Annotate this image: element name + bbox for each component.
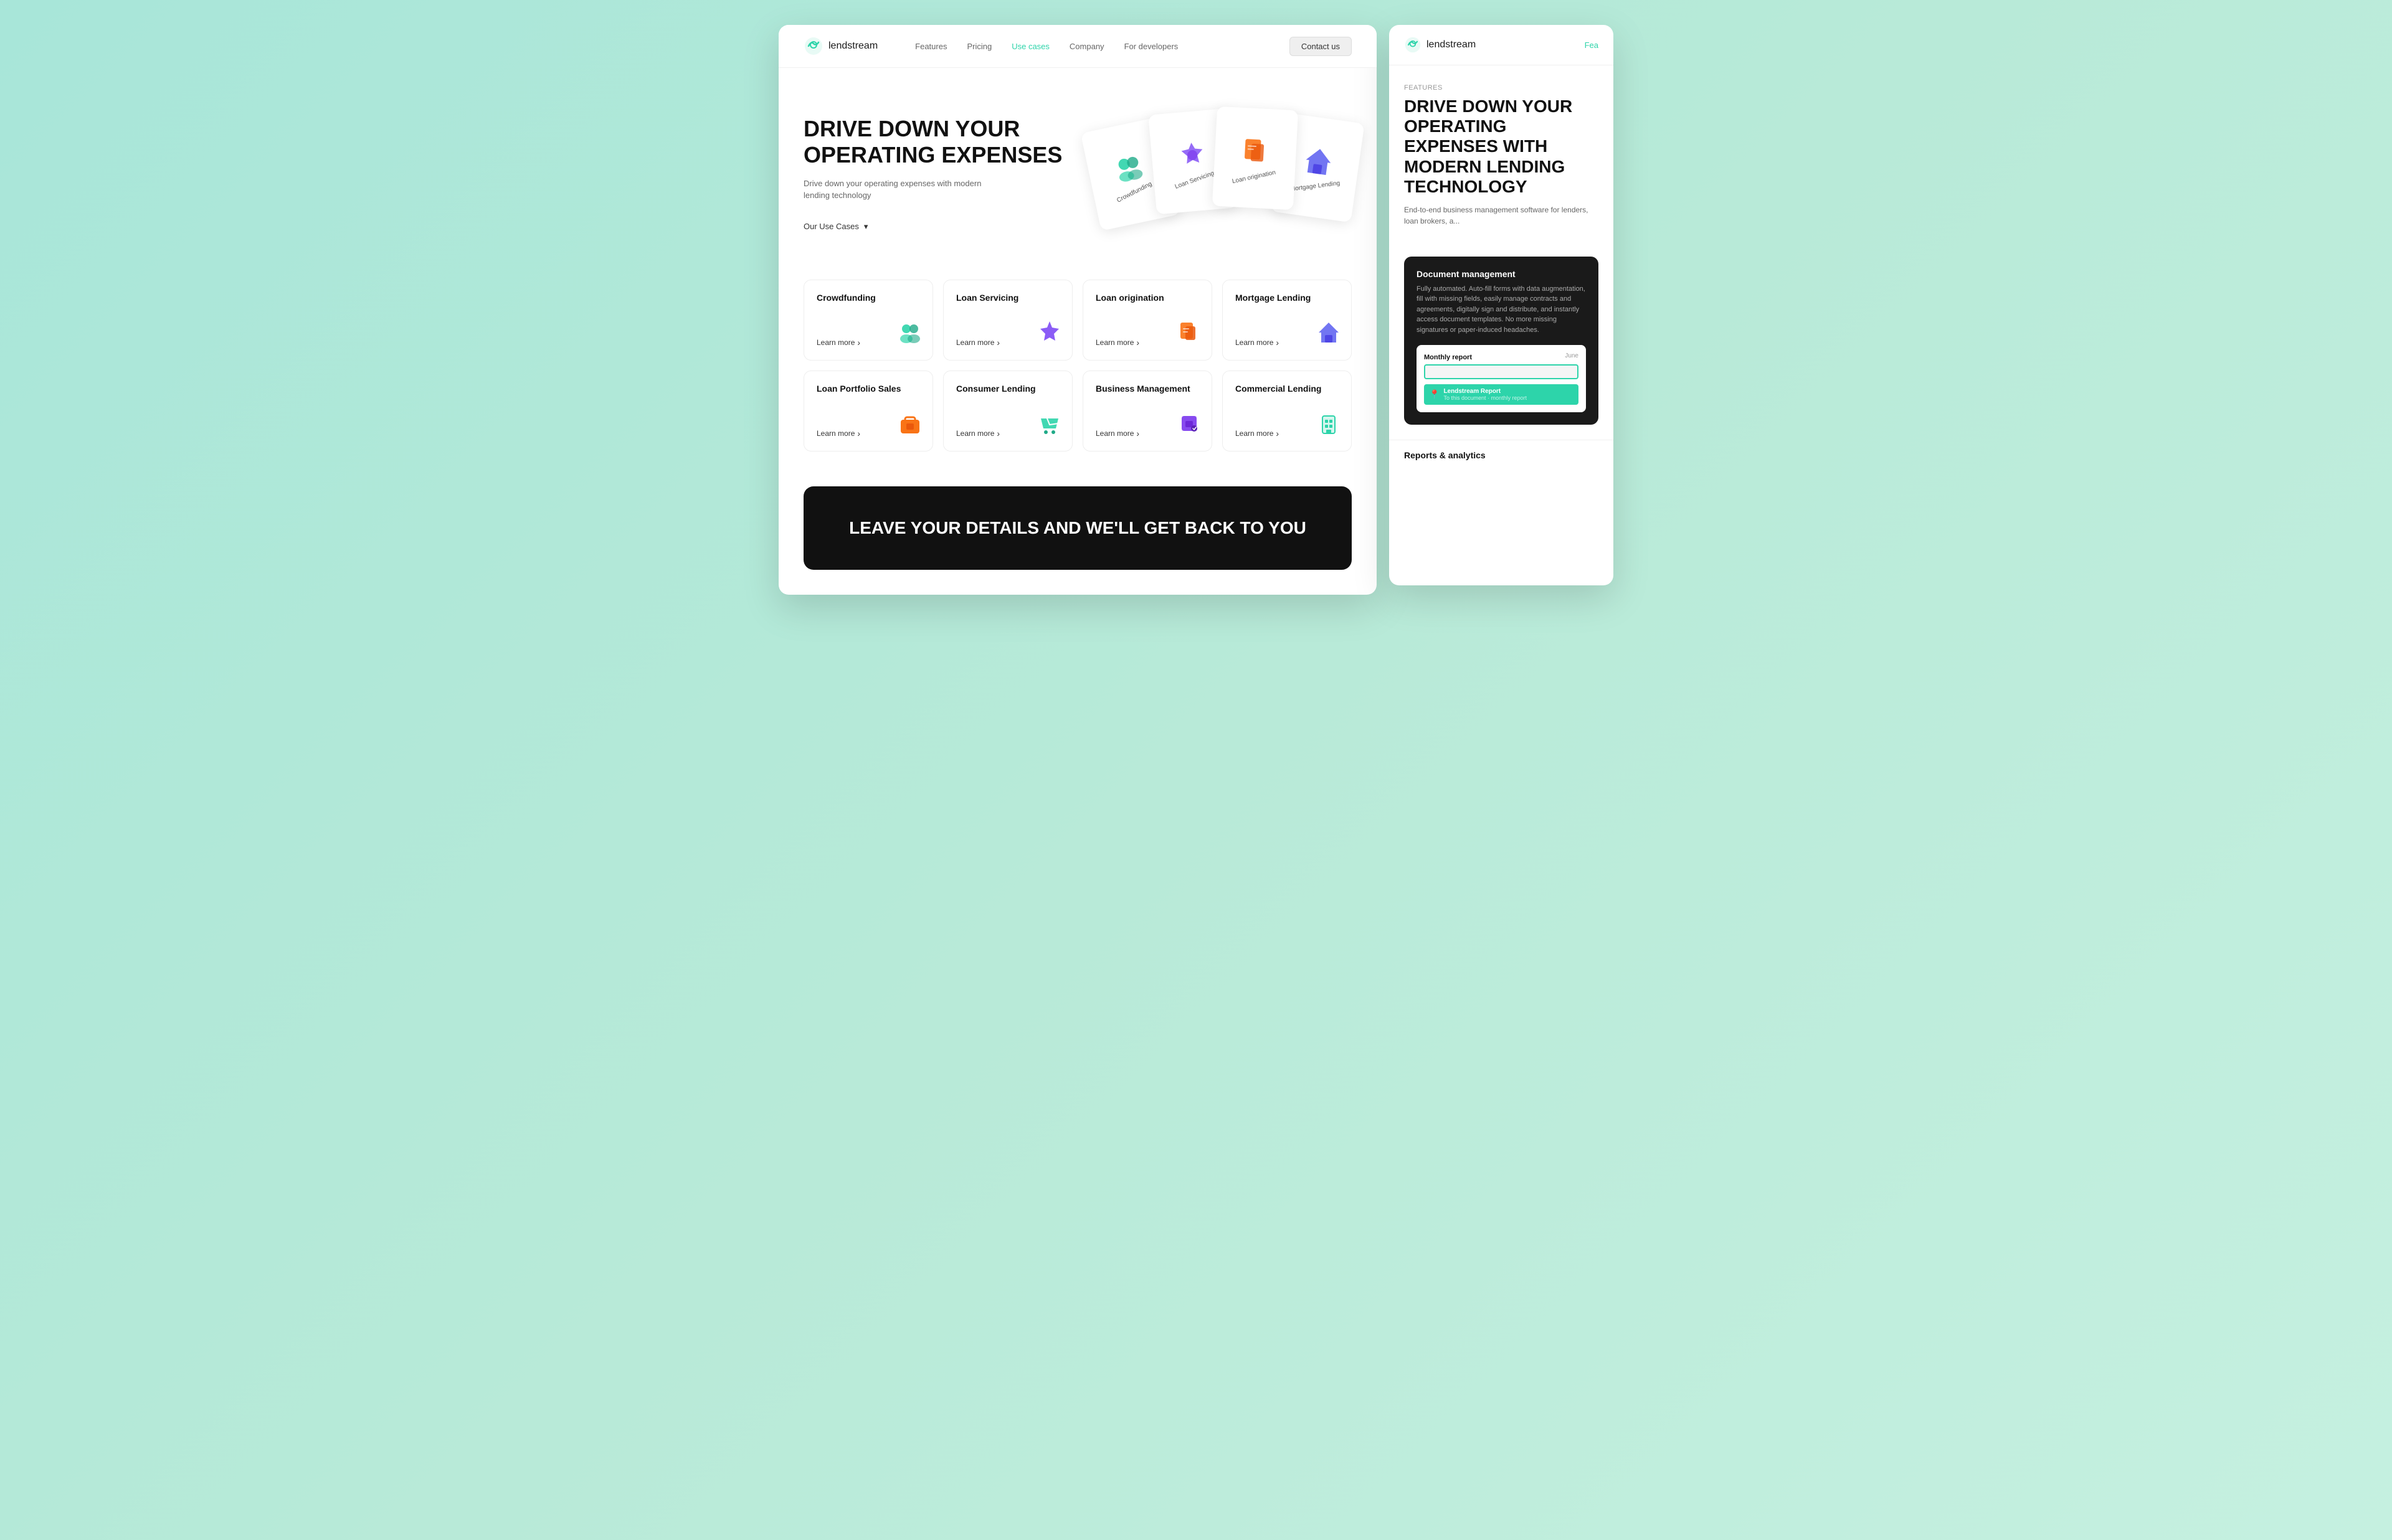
cta-title: LEAVE YOUR DETAILS AND WE'LL GET BACK TO… [828, 517, 1327, 539]
logo[interactable]: lendstream [804, 36, 878, 56]
doc-file-info: Lendstream Report To this document · mon… [1443, 388, 1527, 401]
use-cases-row-2: Loan Portfolio Sales Learn more › [804, 371, 1352, 451]
monthly-report-date: June [1565, 352, 1578, 359]
crowdfunding-title: Crowdfunding [817, 293, 920, 303]
loan-servicing-learn-more[interactable]: Learn more › [956, 338, 1000, 347]
loan-servicing-card-icon [1037, 320, 1062, 350]
second-logo[interactable]: lendstream [1404, 36, 1585, 54]
consumer-card-icon [1037, 411, 1062, 441]
monthly-report-label: Monthly report [1424, 354, 1472, 361]
loan-origination-title: Loan origination [1096, 293, 1199, 303]
mortgage-learn-more[interactable]: Learn more › [1235, 338, 1279, 347]
portfolio-card-icon [898, 411, 923, 441]
doc-management-card: Document management Fully automated. Aut… [1404, 257, 1598, 425]
reports-section: Reports & analytics [1389, 440, 1613, 471]
hero-title: DRIVE DOWN YOUR OPERATING EXPENSES [804, 116, 1065, 168]
commercial-card-icon [1316, 411, 1341, 441]
second-hero-subtitle: End-to-end business management software … [1404, 204, 1598, 227]
doc-file-sub: To this document · monthly report [1443, 395, 1527, 401]
nav-company[interactable]: Company [1070, 42, 1104, 51]
second-logo-icon [1404, 36, 1421, 54]
chevron-right-icon: › [997, 338, 1000, 347]
consumer-title: Consumer Lending [956, 384, 1060, 394]
use-case-card-commercial: Commercial Lending Learn more › [1222, 371, 1352, 451]
crowdfunding-card-icon [898, 320, 923, 350]
loan-servicing-title: Loan Servicing [956, 293, 1060, 303]
features-badge: FEATURES [1389, 65, 1613, 97]
nav-pricing[interactable]: Pricing [967, 42, 992, 51]
doc-ui-panel: Monthly report June 📍 Lendstream Report … [1417, 345, 1586, 412]
second-hero-title: DRIVE DOWN YOUR OPERATING EXPENSES WITH … [1404, 97, 1598, 197]
nav-features[interactable]: Features [915, 42, 947, 51]
second-navbar: lendstream Fea [1389, 25, 1613, 65]
use-case-card-consumer: Consumer Lending Learn more › [943, 371, 1073, 451]
hero-left: DRIVE DOWN YOUR OPERATING EXPENSES Drive… [804, 116, 1065, 232]
use-case-card-loan-origination: Loan origination Learn more › [1083, 280, 1212, 361]
use-case-card-loan-servicing: Loan Servicing Learn more › [943, 280, 1073, 361]
doc-management-title: Document management [1417, 269, 1586, 279]
hero-card-loan-servicing-label: Loan Servicing [1174, 169, 1215, 190]
loan-origination-learn-more[interactable]: Learn more › [1096, 338, 1139, 347]
second-browser-window: lendstream Fea FEATURES DRIVE DOWN YOUR … [1389, 25, 1613, 585]
hero-card-loan-origination: Loan origination [1212, 106, 1298, 210]
hero-subtitle: Drive down your operating expenses with … [804, 177, 1003, 202]
hero-cards: Crowdfunding Loan Servicing Loan origina [1090, 105, 1352, 242]
doc-file-name: Lendstream Report [1443, 388, 1527, 395]
second-features-label: FEATURES [1389, 65, 1613, 97]
chevron-down-icon: ▾ [864, 222, 868, 232]
nav-links: Features Pricing Use cases Company For d… [915, 42, 1289, 51]
contact-button[interactable]: Contact us [1289, 37, 1352, 56]
our-use-cases-button[interactable]: Our Use Cases ▾ [804, 222, 1065, 232]
business-learn-more[interactable]: Learn more › [1096, 428, 1139, 438]
chevron-right-icon: › [1276, 338, 1279, 347]
second-hero: DRIVE DOWN YOUR OPERATING EXPENSES WITH … [1389, 97, 1613, 242]
portfolio-learn-more[interactable]: Learn more › [817, 428, 860, 438]
chevron-right-icon: › [1276, 428, 1279, 438]
chevron-right-icon: › [1136, 428, 1139, 438]
nav-developers[interactable]: For developers [1124, 42, 1179, 51]
doc-search-input[interactable] [1424, 364, 1578, 379]
mortgage-hero-icon [1301, 143, 1336, 178]
loan-origination-card-icon [1177, 320, 1202, 350]
hero-card-loan-origination-label: Loan origination [1232, 169, 1276, 185]
doc-management-desc: Fully automated. Auto-fill forms with da… [1417, 284, 1586, 336]
chevron-right-icon: › [857, 338, 860, 347]
use-case-card-portfolio: Loan Portfolio Sales Learn more › [804, 371, 933, 451]
use-case-card-crowdfunding: Crowdfunding Learn more › [804, 280, 933, 361]
loan-origination-hero-icon [1239, 135, 1272, 168]
logo-text: lendstream [828, 40, 878, 52]
use-cases-row-1: Crowdfunding Learn more › [804, 280, 1352, 361]
doc-file-item: 📍 Lendstream Report To this document · m… [1424, 384, 1578, 405]
mortgage-title: Mortgage Lending [1235, 293, 1339, 303]
business-title: Business Management [1096, 384, 1199, 394]
second-nav-features[interactable]: Fea [1585, 40, 1598, 50]
chevron-right-icon: › [857, 428, 860, 438]
doc-file-icon: 📍 [1429, 389, 1440, 400]
hero-card-mortgage-label: Mortgage Lending [1289, 179, 1340, 192]
navbar: lendstream Features Pricing Use cases Co… [779, 25, 1377, 68]
crowdfunding-learn-more[interactable]: Learn more › [817, 338, 860, 347]
chevron-right-icon: › [1136, 338, 1139, 347]
second-logo-text: lendstream [1426, 39, 1476, 50]
our-use-cases-label: Our Use Cases [804, 222, 859, 231]
commercial-learn-more[interactable]: Learn more › [1235, 428, 1279, 438]
nav-use-cases[interactable]: Use cases [1012, 42, 1050, 51]
mortgage-card-icon [1316, 320, 1341, 350]
use-cases-section: Crowdfunding Learn more › [779, 267, 1377, 486]
consumer-learn-more[interactable]: Learn more › [956, 428, 1000, 438]
crowdfunding-icon [1111, 149, 1147, 186]
loan-servicing-hero-icon [1175, 138, 1209, 171]
reports-title: Reports & analytics [1404, 450, 1486, 460]
use-case-card-mortgage: Mortgage Lending Learn more › [1222, 280, 1352, 361]
cta-section: LEAVE YOUR DETAILS AND WE'LL GET BACK TO… [804, 486, 1352, 570]
business-card-icon [1177, 411, 1202, 441]
hero-section: DRIVE DOWN YOUR OPERATING EXPENSES Drive… [779, 68, 1377, 267]
main-browser-window: lendstream Features Pricing Use cases Co… [779, 25, 1377, 595]
chevron-right-icon: › [997, 428, 1000, 438]
use-case-card-business: Business Management Learn more › [1083, 371, 1212, 451]
commercial-title: Commercial Lending [1235, 384, 1339, 394]
portfolio-title: Loan Portfolio Sales [817, 384, 920, 394]
logo-icon [804, 36, 823, 56]
